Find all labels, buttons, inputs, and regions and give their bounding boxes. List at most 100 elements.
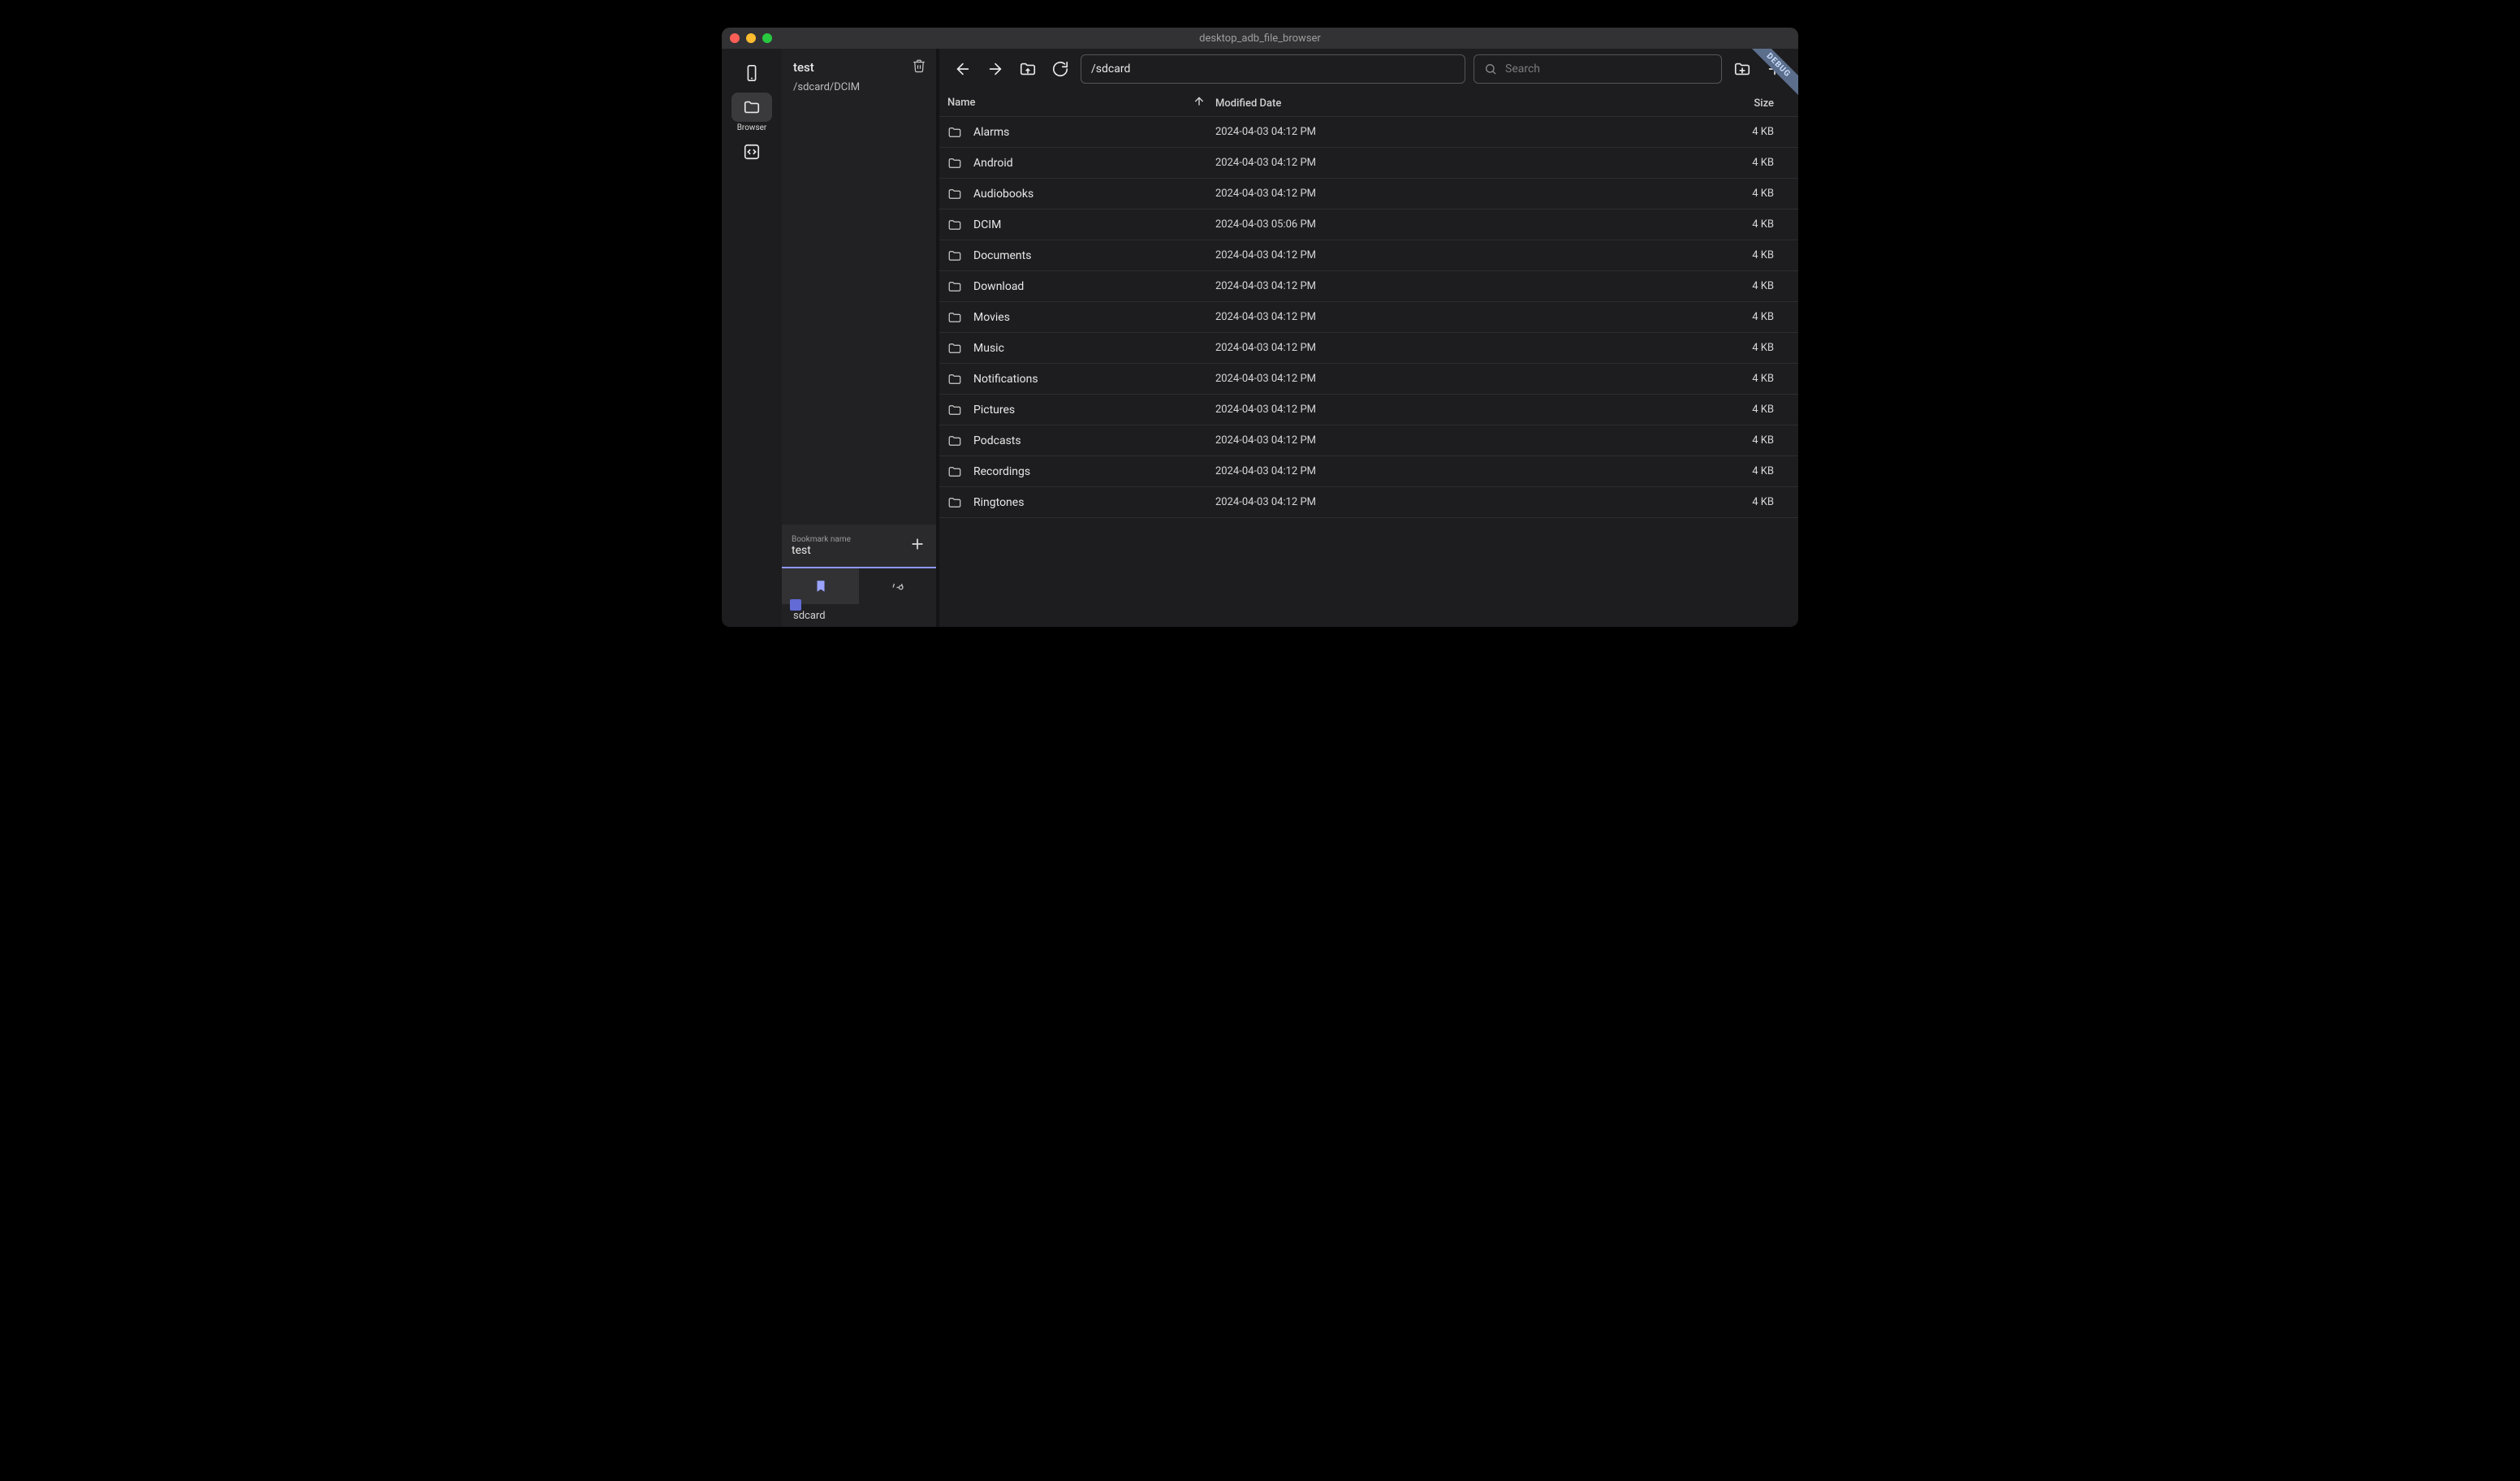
window-zoom-button[interactable] [762, 33, 772, 43]
plus-icon [1766, 60, 1784, 78]
file-size: 4 KB [1693, 249, 1790, 261]
file-size: 4 KB [1693, 280, 1790, 292]
folder-icon [947, 403, 962, 417]
rail-item-code[interactable] [731, 137, 772, 166]
path-input[interactable]: /sdcard [1081, 54, 1465, 84]
file-name: Android [973, 157, 1013, 170]
table-row[interactable]: Recordings2024-04-03 04:12 PM4 KB [939, 456, 1798, 487]
folder-icon [947, 434, 962, 448]
bookmark-path: /sdcard/DCIM [782, 81, 936, 93]
file-size: 4 KB [1693, 434, 1790, 447]
file-name: Documents [973, 249, 1031, 262]
delete-bookmark-button[interactable] [912, 58, 926, 76]
file-size: 4 KB [1693, 373, 1790, 385]
breadcrumb-segment[interactable]: sdcard [793, 610, 826, 622]
table-row[interactable]: Alarms 2024-04-03 04:12 PM 4 KB [939, 117, 1798, 148]
column-header-modified[interactable]: Modified Date [1215, 97, 1281, 110]
file-name: DCIM [973, 218, 1001, 231]
file-name: Podcasts [973, 434, 1021, 447]
file-name: Ringtones [973, 496, 1024, 509]
file-size: 4 KB [1693, 342, 1790, 354]
file-name: Alarms [973, 126, 1009, 139]
file-name: Movies [973, 311, 1010, 324]
trash-icon [912, 58, 926, 73]
rail-item-browser[interactable]: Browser [731, 93, 772, 132]
table-row[interactable]: Android2024-04-03 04:12 PM4 KB [939, 148, 1798, 179]
table-row[interactable]: Ringtones2024-04-03 04:12 PM4 KB [939, 487, 1798, 518]
table-row[interactable]: Audiobooks 2024-04-03 04:12 PM 4 KB [939, 179, 1798, 209]
file-name: Music [973, 342, 1004, 355]
table-header: Name Modified Date Size [939, 89, 1798, 117]
column-header-name[interactable]: Name [947, 97, 976, 109]
table-row[interactable]: Pictures2024-04-03 04:12 PM4 KB [939, 395, 1798, 425]
nav-back-button[interactable] [951, 57, 975, 81]
file-size: 4 KB [1693, 311, 1790, 323]
bookmark-name: test [793, 60, 814, 75]
table-row[interactable]: Download2024-04-03 04:12 PM4 KB [939, 271, 1798, 302]
folder-icon [947, 187, 962, 201]
window-title: desktop_adb_file_browser [722, 32, 1798, 45]
add-button[interactable] [1763, 57, 1787, 81]
rail-label-browser: Browser [737, 123, 767, 132]
folder-icon [947, 279, 962, 294]
table-row[interactable]: Music 2024-04-03 04:12 PM 4 KB [939, 333, 1798, 364]
file-list[interactable]: Alarms2024-04-03 04:12 PM4 KBAndroid2024… [939, 117, 1798, 627]
file-modified: 2024-04-03 04:12 PM [1215, 342, 1491, 354]
folder-icon [947, 156, 962, 171]
file-modified: 2024-04-03 04:12 PM [1215, 126, 1491, 138]
refresh-button[interactable] [1048, 57, 1072, 81]
file-size: 4 KB [1693, 126, 1790, 138]
activity-rail: Browser [722, 49, 782, 627]
rail-item-device[interactable] [731, 58, 772, 88]
sort-indicator[interactable] [1193, 95, 1206, 111]
plus-icon [908, 535, 926, 553]
folder-upload-icon [1019, 60, 1037, 78]
file-modified: 2024-04-03 04:12 PM [1215, 465, 1491, 477]
file-modified: 2024-04-03 04:12 PM [1215, 249, 1491, 261]
column-header-size[interactable]: Size [1754, 97, 1774, 110]
file-modified: 2024-04-03 04:12 PM [1215, 496, 1491, 508]
folder-icon [947, 218, 962, 232]
titlebar[interactable]: desktop_adb_file_browser [722, 28, 1798, 49]
refresh-icon [1051, 60, 1069, 78]
folder-icon [947, 372, 962, 386]
glasses-icon [891, 579, 905, 594]
folder-icon [947, 125, 962, 140]
file-name: Audiobooks [973, 188, 1033, 201]
table-row[interactable]: Notifications 2024-04-03 04:12 PM 4 KB [939, 364, 1798, 395]
table-row[interactable]: Movies 2024-04-03 04:12 PM 4 KB [939, 302, 1798, 333]
arrow-right-icon [986, 60, 1004, 78]
nav-forward-button[interactable] [983, 57, 1008, 81]
window-close-button[interactable] [730, 33, 740, 43]
window-minimize-button[interactable] [746, 33, 756, 43]
sidebar-tab-view[interactable] [859, 568, 936, 604]
file-size: 4 KB [1693, 465, 1790, 477]
arrow-up-icon [1193, 95, 1206, 108]
upload-folder-button[interactable] [1016, 57, 1040, 81]
folder-icon [947, 341, 962, 356]
app-window: desktop_adb_file_browser Browser [722, 28, 1798, 627]
file-modified: 2024-04-03 04:12 PM [1215, 434, 1491, 447]
bookmark-name-input-card: Bookmark name test [782, 525, 936, 568]
search-icon [1484, 63, 1497, 76]
file-name: Download [973, 280, 1024, 293]
folder-icon [947, 464, 962, 479]
bookmark-entry[interactable]: test [782, 49, 936, 81]
file-size: 4 KB [1693, 188, 1790, 200]
add-bookmark-button[interactable] [908, 535, 926, 556]
file-modified: 2024-04-03 04:12 PM [1215, 373, 1491, 385]
sidebar: test /sdcard/DCIM Bookmark name test [782, 49, 936, 627]
table-row[interactable]: Documents 2024-04-03 04:12 PM 4 KB [939, 240, 1798, 271]
file-name: Notifications [973, 373, 1038, 386]
file-modified: 2024-04-03 04:12 PM [1215, 311, 1491, 323]
search-input[interactable]: Search [1474, 54, 1722, 84]
table-row[interactable]: Podcasts 2024-04-03 04:12 PM 4 KB [939, 425, 1798, 456]
bookmark-name-input[interactable]: test [792, 544, 902, 557]
new-folder-button[interactable] [1730, 57, 1754, 81]
file-modified: 2024-04-03 04:12 PM [1215, 404, 1491, 416]
file-size: 4 KB [1693, 157, 1790, 169]
file-modified: 2024-04-03 04:12 PM [1215, 188, 1491, 200]
folder-icon [947, 495, 962, 510]
breadcrumb[interactable]: sdcard [782, 604, 936, 627]
table-row[interactable]: DCIM2024-04-03 05:06 PM4 KB [939, 209, 1798, 240]
